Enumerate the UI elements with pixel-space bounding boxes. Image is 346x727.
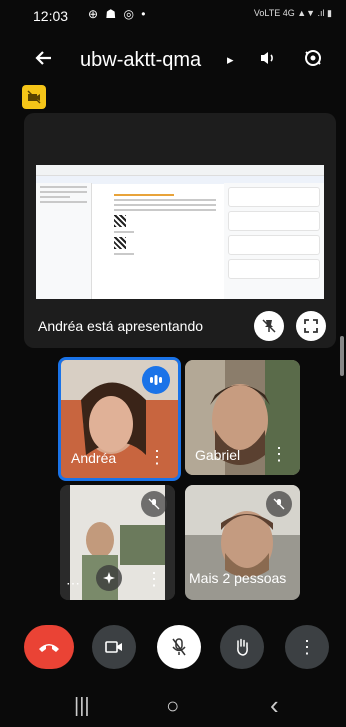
status-system-icons: VoLTE 4G ▲▼ .ıl ▮ [253,8,332,18]
more-options-button[interactable]: ⋮ [285,625,329,669]
more-vert-icon: ⋮ [298,636,316,657]
more-people-label: Mais 2 pessoas [189,570,287,586]
mic-off-icon [266,491,292,517]
participant-name: Andréa [71,450,117,466]
chevron-right-icon[interactable]: ▸ [227,52,234,68]
participant-tile-andrea[interactable]: Andréa ⋮ [58,357,181,481]
speaker-icon[interactable] [258,48,278,73]
fullscreen-icon[interactable] [296,311,326,341]
status-time: 12:03 [33,8,69,24]
more-vert-icon[interactable]: ⋮ [148,447,166,468]
participant-tile-gabriel[interactable]: Gabriel ⋮ [185,360,300,475]
unpin-icon[interactable] [254,311,284,341]
scrollbar[interactable] [340,336,344,376]
home-button[interactable]: ○ [166,693,179,719]
recent-apps-button[interactable]: ||| [74,695,90,718]
speaking-indicator-icon [142,366,170,394]
back-button[interactable]: ‹ [270,690,279,721]
meeting-code-title[interactable]: ubw-aktt-qma [80,49,201,72]
participant-tile-self[interactable]: ⋯ ⋮ [60,485,175,600]
shared-screen [36,165,324,299]
status-notification-icons: ⊕ ☗ ◎ • [88,7,148,21]
mic-off-icon [141,491,167,517]
switch-camera-icon[interactable] [302,47,324,75]
more-vert-icon[interactable]: ⋮ [145,569,163,590]
camera-off-badge-icon [22,85,46,109]
effects-sparkle-icon[interactable] [96,565,122,591]
participant-tile-others[interactable]: Mais 2 pessoas [185,485,300,600]
more-horiz-icon[interactable]: ⋯ [66,575,80,592]
mic-off-button[interactable] [157,625,201,669]
more-vert-icon[interactable]: ⋮ [270,444,288,465]
presentation-tile[interactable]: Andréa está apresentando [24,113,336,348]
camera-button[interactable] [92,625,136,669]
presenter-label: Andréa está apresentando [38,318,204,334]
raise-hand-button[interactable] [220,625,264,669]
end-call-button[interactable] [24,625,74,669]
participant-name: Gabriel [195,447,241,463]
back-arrow-icon[interactable] [32,47,58,73]
